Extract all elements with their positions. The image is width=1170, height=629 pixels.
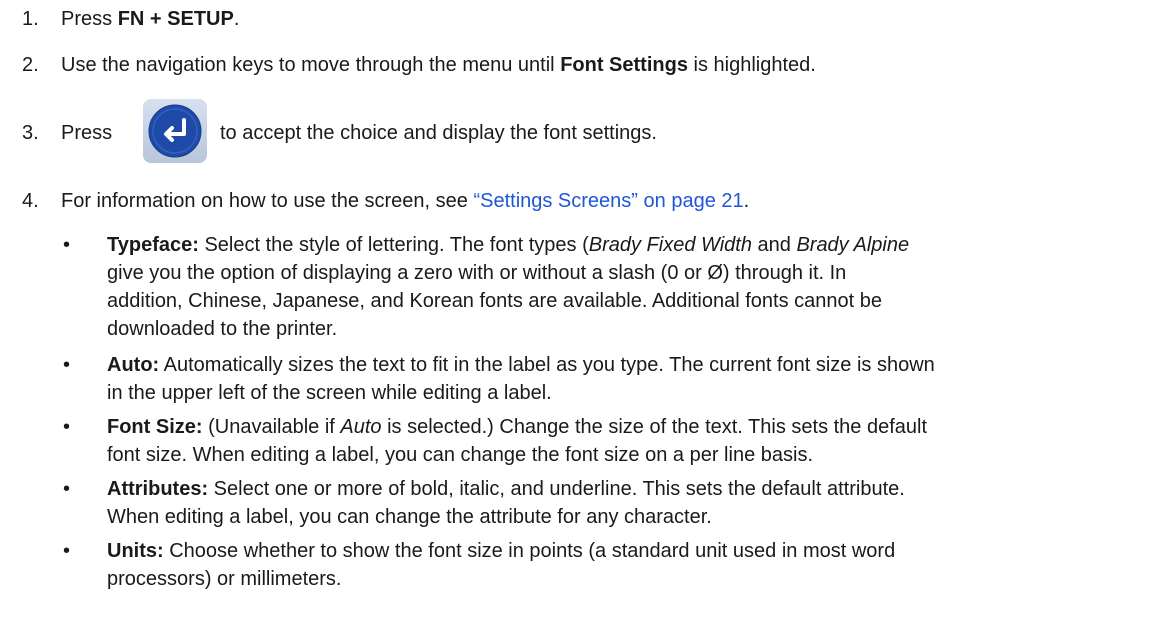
text-line: Font Size: (Unavailable if Auto is selec… [107,413,1157,441]
term-label: Attributes: [107,478,209,500]
step-number: 1. [22,8,39,30]
text-line: Typeface: Select the style of lettering.… [107,231,1157,259]
menu-item-name: Font Settings [560,54,688,76]
bullet-icon: • [63,234,71,256]
term-label: Units: [107,540,164,562]
step-text-prefix: Use the navigation keys to move through … [61,54,561,76]
bullet-icon: • [63,478,71,500]
text-line: addition, Chinese, Japanese, and Korean … [107,290,882,312]
step-number: 3. [22,122,39,144]
list-item-text: Attributes: Select one or more of bold, … [107,475,1157,531]
font-name: Brady Alpine [796,234,910,256]
step-text: For information on how to use the screen… [61,187,749,215]
key-combo: FN + SETUP [117,8,234,30]
step-text-suffix: to accept the choice and display the fon… [220,122,657,144]
text-run: (Unavailable if [202,416,341,438]
text-line: Units: Choose whether to show the font s… [107,537,1157,565]
step-number: 2. [22,54,39,76]
bullet-icon: • [63,416,71,438]
text-line: font size. When editing a label, you can… [107,444,813,466]
enter-key-icon [143,99,207,163]
list-item-text: Units: Choose whether to show the font s… [107,537,1157,593]
text-line: When editing a label, you can change the… [107,506,712,528]
step-number: 4. [22,190,39,212]
step-text: Use the navigation keys to move through … [61,51,816,79]
step-text-suffix: . [233,8,240,30]
term-label: Auto: [107,354,160,376]
text-line: give you the option of displaying a zero… [107,262,847,284]
term-label: Typeface: [107,234,199,256]
step-text-suffix: is highlighted. [687,54,816,76]
step-text-prefix: Press [61,122,113,144]
step-text-prefix: Press [61,8,118,30]
text-line: downloaded to the printer. [107,318,338,340]
text-run: and [751,234,797,256]
bullet-icon: • [63,540,71,562]
text-line: in the upper left of the screen while ed… [107,382,552,404]
font-name: Brady Fixed Width [588,234,752,256]
option-name: Auto [340,416,382,438]
list-item-text: Auto: Automatically sizes the text to fi… [107,351,1157,407]
bullet-icon: • [63,354,71,376]
text-run: Select the style of lettering. The font … [198,234,589,256]
step-text-suffix: . [743,190,750,212]
text-run: Automatically sizes the text to fit in t… [159,354,935,376]
text-line: Attributes: Select one or more of bold, … [107,475,1157,503]
term-label: Font Size: [107,416,203,438]
text-run: is selected.) Change the size of the tex… [381,416,928,438]
list-item-text: Font Size: (Unavailable if Auto is selec… [107,413,1157,469]
text-run: Select one or more of bold, italic, and … [208,478,905,500]
text-line: processors) or millimeters. [107,568,342,590]
step-text-prefix: For information on how to use the screen… [61,190,474,212]
text-run: Choose whether to show the font size in … [163,540,896,562]
settings-screens-link[interactable]: “Settings Screens” on page 21 [473,190,743,212]
text-line: Auto: Automatically sizes the text to fi… [107,351,1157,379]
step-text: Press FN + SETUP. [61,5,239,33]
list-item-text: Typeface: Select the style of lettering.… [107,231,1157,343]
